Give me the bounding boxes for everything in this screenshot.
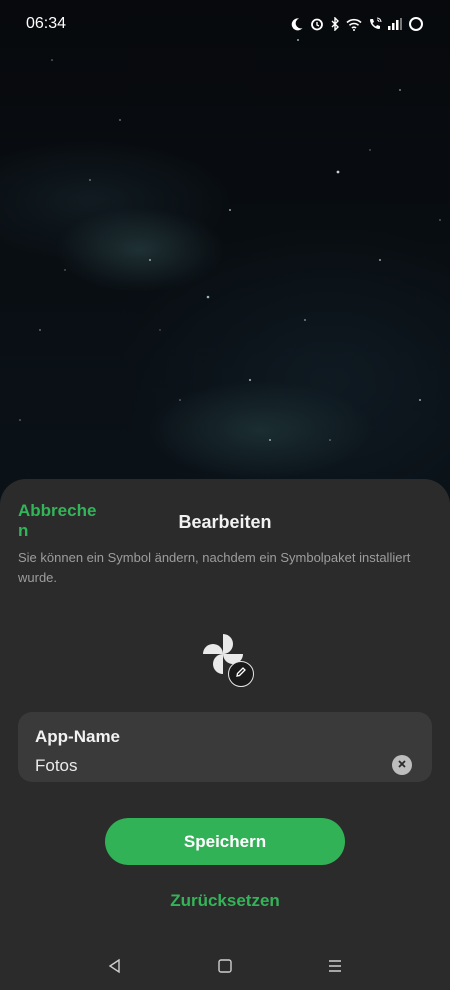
reset-button[interactable]: Zurücksetzen	[0, 891, 450, 911]
app-name-input[interactable]	[35, 755, 365, 777]
status-bar: 06:34	[0, 0, 450, 48]
app-icon-editor[interactable]	[200, 631, 260, 691]
home-icon[interactable]	[205, 951, 245, 981]
back-icon[interactable]	[95, 951, 135, 981]
status-time: 06:34	[26, 15, 67, 32]
clear-input-button[interactable]	[392, 755, 412, 775]
signal-icon	[388, 18, 402, 30]
navigation-bar	[0, 948, 450, 984]
app-name-label: App-Name	[35, 727, 121, 746]
app-name-card: App-Name	[18, 712, 432, 782]
menu-icon[interactable]	[315, 951, 355, 981]
status-icons	[290, 16, 424, 32]
edit-icon-button[interactable]	[228, 661, 254, 687]
close-icon	[397, 756, 407, 774]
edit-sheet: Abbrechen Bearbeiten Sie können ein Symb…	[0, 479, 450, 990]
wifi-calling-icon	[368, 17, 382, 31]
pencil-icon	[235, 665, 247, 683]
bluetooth-icon	[330, 17, 340, 31]
wifi-icon	[346, 18, 362, 31]
sheet-title: Bearbeiten	[178, 512, 272, 532]
save-button[interactable]: Speichern	[105, 818, 345, 865]
moon-icon	[290, 17, 304, 31]
battery-ring-icon	[408, 16, 424, 32]
hint-text: Sie können ein Symbol ändern, nachdem ei…	[18, 550, 411, 585]
alarm-icon	[310, 17, 324, 31]
